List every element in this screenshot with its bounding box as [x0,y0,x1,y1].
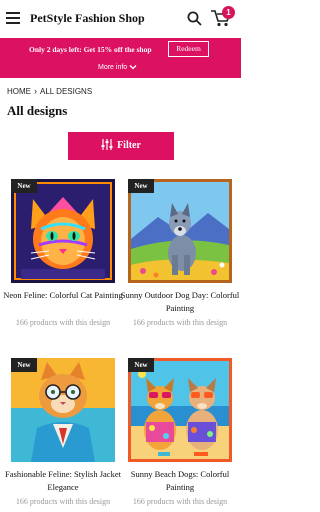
product-title[interactable]: Neon Feline: Colorful Cat Painting [3,289,123,302]
breadcrumb-current: ALL DESIGNS [40,87,93,96]
breadcrumb-home[interactable]: HOME [7,87,31,96]
search-icon[interactable] [187,11,202,26]
product-count-text: 166 products with this design [15,497,111,506]
chevron-down-icon [129,65,137,70]
page-title: All designs [7,103,68,118]
filter-label: Filter [117,140,141,151]
breadcrumb-separator: › [34,86,37,96]
filter-button[interactable]: Filter [68,132,174,160]
cart-count-badge: 1 [222,6,235,19]
product-image-neon-cat[interactable] [11,179,115,283]
product-title[interactable]: Fashionable Feline: Stylish Jacket Elega… [3,468,123,494]
product-image-beach-dogs[interactable] [128,358,232,462]
shop-brand-name[interactable]: PetStyle Fashion Shop [30,11,145,26]
product-title[interactable]: Sunny Beach Dogs: Colorful Painting [120,468,240,494]
product-image-outdoor-dog[interactable] [128,179,232,283]
top-header: PetStyle Fashion Shop 1 [0,0,241,38]
product-count-text: 166 products with this design [15,318,111,327]
new-badge: New [11,358,37,372]
more-info-toggle[interactable]: More info [98,64,137,71]
new-badge: New [128,179,154,193]
product-title[interactable]: Sunny Outdoor Dog Day: Colorful Painting [120,289,240,315]
hamburger-menu-icon[interactable] [6,12,20,24]
promo-text: Only 2 days left: Get 15% off the shop [29,45,152,54]
redeem-button[interactable]: Redeem [168,41,209,57]
breadcrumb: HOME › ALL DESIGNS [7,86,92,96]
filter-sliders-icon [101,139,113,150]
more-info-label: More info [98,64,128,71]
product-count-text: 166 products with this design [132,318,228,327]
promo-banner: Only 2 days left: Get 15% off the shop R… [0,38,241,78]
new-badge: New [11,179,37,193]
product-image-jacket-cat[interactable] [11,358,115,462]
new-badge: New [128,358,154,372]
product-count-text: 166 products with this design [132,497,228,506]
